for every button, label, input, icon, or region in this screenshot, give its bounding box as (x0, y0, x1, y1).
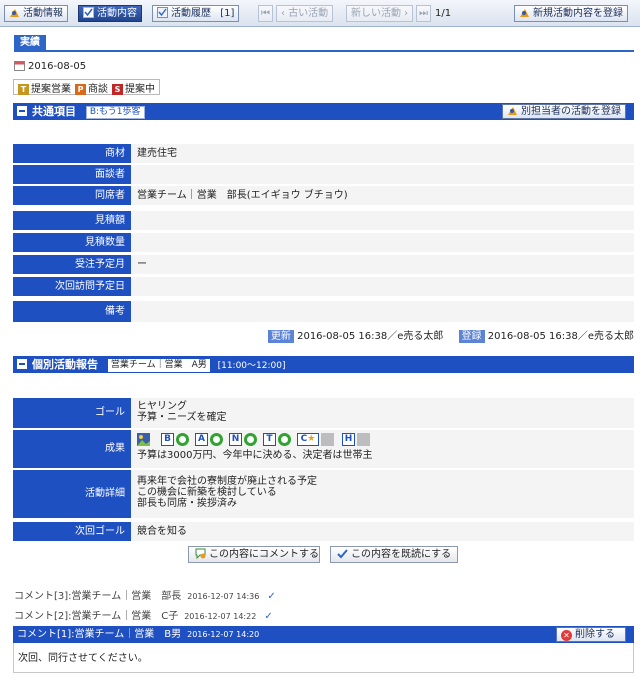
collapse-icon[interactable] (17, 106, 27, 116)
calendar-icon (14, 60, 25, 71)
top-toolbar: 活動情報 活動内容 活動履歴 [1] ⏮ ‹ 古い活動 新しい活動 › ⏭ 1/… (0, 0, 640, 27)
field-result: 成果 B A N T C★ H 予算は3000万円、今年中に決める、決定者は世帯… (13, 430, 634, 468)
comment-1-header: コメント[1]:営業チーム｜営業 B男 2016-12-07 14:20 ✕ 削除す… (13, 626, 634, 643)
a-box: A (195, 433, 208, 446)
chip-proposal-sales: T 提案営業 (18, 80, 71, 95)
registered-badge: 登録 (458, 330, 485, 343)
check-doc-icon (83, 7, 94, 18)
add-comment-button[interactable]: この内容にコメントする (188, 546, 320, 563)
register-other-button[interactable]: 別担当者の活動を登録 (502, 104, 626, 119)
h-box: H (342, 433, 355, 446)
older-activity-button[interactable]: ‹ 古い活動 (276, 5, 334, 22)
tab-activity-history[interactable]: 活動履歴 [1] (152, 5, 240, 22)
comment-item[interactable]: コメント[2]:営業チーム｜営業 C子 2016-12-07 14:22 ✓ (14, 607, 273, 622)
field-order-month: 受注予定月ー (13, 255, 634, 274)
bant-icons: B A N T C★ H (137, 433, 372, 446)
field-interviewee: 面談者 (13, 165, 634, 184)
read-check-icon: ✓ (264, 611, 273, 622)
chevron-right-icon: › (401, 8, 409, 19)
update-info: 更新 2016-08-05 16:38／e売る太郎 登録 2016-08-05 … (267, 327, 634, 343)
chip-negotiation: P 商談 (75, 80, 108, 95)
t-icon: T (18, 83, 29, 95)
field-next-goal: 次回ゴール 競合を知る (13, 522, 634, 541)
star-icon: ★ (307, 434, 316, 444)
subtab-underline (14, 50, 634, 52)
common-section-header[interactable]: 共通項目 B:もう1歩客 別担当者の活動を登録 (13, 103, 634, 120)
field-product: 商材 建売住宅 (13, 144, 634, 163)
p-icon: P (75, 83, 86, 95)
ok-icon (244, 433, 257, 446)
comment-1-body: 次回、同行させてください。 (13, 643, 634, 673)
pending-icon (321, 433, 334, 446)
chip-proposing: S 提案中 (112, 80, 155, 95)
new-register-button[interactable]: 新規活動内容を登録 (514, 5, 628, 22)
pending-icon (357, 433, 370, 446)
field-next-visit: 次回訪問予定日 (13, 277, 634, 296)
add-activity-icon (507, 105, 518, 116)
read-check-icon: ✓ (267, 591, 276, 602)
activity-type-chips: T 提案営業 P 商談 S 提案中 (13, 79, 160, 95)
field-goal: ゴール ヒヤリング 予算・ニーズを確定 (13, 398, 634, 428)
activity-icon (9, 7, 20, 18)
comment-item[interactable]: コメント[3]:営業チーム｜営業 部長 2016-12-07 14:36 ✓ (14, 587, 276, 602)
reporter-tag: 営業チーム｜営業 A男 (107, 359, 210, 372)
ok-icon (176, 433, 189, 446)
c-box: C★ (297, 433, 319, 446)
first-page-button[interactable]: ⏮ (258, 5, 273, 22)
field-estimate-quantity: 見積数量 (13, 233, 634, 252)
page-indicator: 1/1 (435, 8, 452, 19)
delete-comment-button[interactable]: ✕ 削除する (556, 627, 626, 642)
field-attendee: 同席者 営業チーム｜営業 部長(エイギョウ ブチョウ) (13, 186, 634, 205)
activity-date: 2016-08-05 (14, 60, 86, 72)
tab-activity-content[interactable]: 活動内容 (78, 5, 142, 22)
n-box: N (229, 433, 242, 446)
field-estimate-amount: 見積額 (13, 211, 634, 230)
tab-activity-info[interactable]: 活動情報 (4, 5, 68, 22)
delete-icon: ✕ (561, 630, 572, 641)
time-range: [11:00～12:00] (217, 361, 286, 371)
ok-icon (210, 433, 223, 446)
picture-icon (137, 433, 150, 446)
ok-icon (278, 433, 291, 446)
tab-results[interactable]: 実績 (14, 35, 46, 50)
t-box: T (263, 433, 276, 446)
add-activity-icon (519, 7, 530, 18)
comment-icon (195, 548, 206, 560)
collapse-icon[interactable] (17, 359, 27, 369)
last-page-button[interactable]: ⏭ (416, 5, 431, 22)
mark-read-button[interactable]: この内容を既読にする (330, 546, 458, 563)
updated-badge: 更新 (267, 330, 294, 343)
s-icon: S (112, 83, 123, 95)
check-icon (337, 548, 348, 559)
b-box: B (161, 433, 174, 446)
history-icon (157, 7, 168, 18)
customer-rank-tag: B:もう1歩客 (85, 106, 145, 119)
field-activity-detail: 活動詳細 再来年で会社の寮制度が廃止される予定 この機会に新築を検討している 部… (13, 470, 634, 518)
field-remarks: 備考 (13, 301, 634, 322)
newer-activity-button[interactable]: 新しい活動 › (346, 5, 414, 22)
report-section-header[interactable]: 個別活動報告 営業チーム｜営業 A男 [11:00～12:00] (13, 356, 634, 373)
